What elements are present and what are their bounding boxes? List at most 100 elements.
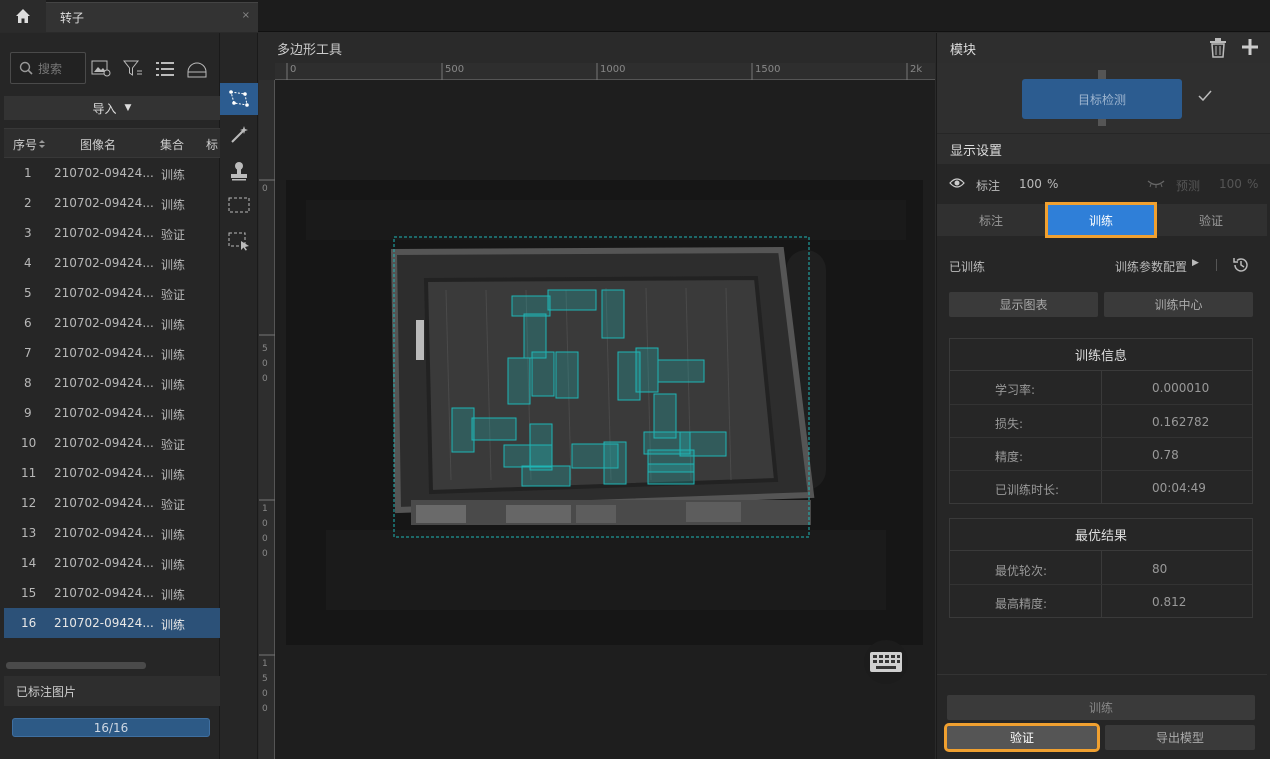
training-info-title: 训练信息 xyxy=(950,339,1252,371)
home-button[interactable] xyxy=(0,0,46,32)
magic-wand-tool-button[interactable] xyxy=(220,119,258,151)
info-key-lr: 学习率: xyxy=(995,383,1036,397)
table-row[interactable]: 15 210702-09424... 训练 xyxy=(4,578,220,608)
row-set: 训练 xyxy=(161,378,186,392)
train-params-link[interactable]: 训练参数配置 xyxy=(1115,258,1187,275)
inspection-image[interactable] xyxy=(286,180,923,645)
ruler-label-1500: 1500 xyxy=(755,64,781,75)
image-settings-button[interactable] xyxy=(90,58,112,80)
row-index: 12 xyxy=(21,496,37,510)
table-row[interactable]: 6 210702-09424... 训练 xyxy=(4,308,220,338)
display-settings-header: 显示设置 xyxy=(937,134,1270,164)
sort-icon xyxy=(39,140,45,148)
region-tool-button[interactable] xyxy=(220,225,258,257)
chevron-down-icon: ▼ xyxy=(124,103,132,113)
history-button[interactable] xyxy=(1232,256,1250,277)
list-view-button[interactable] xyxy=(154,58,176,80)
ruler-top: 0 500 1000 1500 2k xyxy=(275,63,935,80)
search-placeholder: 搜索 xyxy=(38,61,63,76)
row-set: 训练 xyxy=(161,168,186,182)
verify-button[interactable]: 验证 xyxy=(944,723,1100,752)
row-set: 训练 xyxy=(161,528,186,542)
pred-opacity-value[interactable]: 100 xyxy=(1219,177,1242,191)
table-row[interactable]: 12 210702-09424... 验证 xyxy=(4,488,220,518)
polygon-icon xyxy=(229,90,249,107)
annot-opacity-value[interactable]: 100 xyxy=(1019,177,1042,191)
add-module-button[interactable] xyxy=(1241,38,1259,59)
row-index: 2 xyxy=(24,196,32,210)
import-button[interactable]: 导入 ▼ xyxy=(4,96,220,120)
table-row[interactable]: 2 210702-09424... 训练 xyxy=(4,188,220,218)
ruler-left-label: 0 xyxy=(262,549,268,559)
row-image-name: 210702-09424... xyxy=(54,286,154,300)
search-input[interactable]: 搜索 xyxy=(10,52,86,84)
horizontal-scrollbar[interactable] xyxy=(6,662,146,669)
row-index: 5 xyxy=(24,286,32,300)
export-list-button[interactable] xyxy=(186,58,208,80)
polygon-tool-button[interactable] xyxy=(220,83,258,115)
eye-closed-icon[interactable] xyxy=(1147,178,1165,192)
row-set: 验证 xyxy=(161,228,186,242)
row-image-name: 210702-09424... xyxy=(54,436,154,450)
export-model-button[interactable]: 导出模型 xyxy=(1105,725,1255,750)
table-row[interactable]: 10 210702-09424... 验证 xyxy=(4,428,220,458)
ruler-left-label: 1 xyxy=(262,659,268,669)
row-set: 训练 xyxy=(161,348,186,362)
best-val-acc: 0.812 xyxy=(1152,595,1187,609)
trash-icon xyxy=(1210,38,1226,58)
filter-button[interactable] xyxy=(122,58,144,80)
table-row[interactable]: 7 210702-09424... 训练 xyxy=(4,338,220,368)
object-detection-module-node[interactable]: 目标检测 xyxy=(1022,79,1182,119)
table-row[interactable]: 11 210702-09424... 训练 xyxy=(4,458,220,488)
export-model-label: 导出模型 xyxy=(1155,731,1204,745)
image-gear-icon xyxy=(91,60,111,77)
row-image-name: 210702-09424... xyxy=(54,586,154,600)
annot-opacity-unit: % xyxy=(1047,177,1059,191)
keyboard-shortcuts-button[interactable] xyxy=(864,640,908,684)
dashed-rect-icon xyxy=(228,197,250,213)
history-icon xyxy=(1233,258,1248,272)
home-icon xyxy=(16,9,30,23)
eye-icon[interactable] xyxy=(949,177,965,192)
table-row[interactable]: 14 210702-09424... 训练 xyxy=(4,548,220,578)
col-image-name[interactable]: 图像名 xyxy=(80,136,116,153)
annot-visibility-label: 标注 xyxy=(976,179,1001,193)
tab-annotate[interactable]: 标注 xyxy=(937,204,1045,236)
col-label[interactable]: 标 xyxy=(206,136,218,153)
row-image-name: 210702-09424... xyxy=(54,196,154,210)
show-chart-button[interactable]: 显示图表 xyxy=(949,292,1098,317)
table-row[interactable]: 13 210702-09424... 训练 xyxy=(4,518,220,548)
arc-box-icon xyxy=(187,62,207,78)
row-image-name: 210702-09424... xyxy=(54,376,154,390)
ruler-left-label: 0 xyxy=(262,704,268,714)
col-set[interactable]: 集合 xyxy=(160,136,184,153)
ruler-label-500: 500 xyxy=(445,64,465,75)
train-center-button[interactable]: 训练中心 xyxy=(1104,292,1253,317)
table-row[interactable]: 8 210702-09424... 训练 xyxy=(4,368,220,398)
tab-close-icon[interactable]: × xyxy=(242,10,250,21)
table-row[interactable]: 5 210702-09424... 验证 xyxy=(4,278,220,308)
inspection-image-svg xyxy=(286,180,923,645)
row-index: 7 xyxy=(24,346,32,360)
row-set: 训练 xyxy=(161,318,186,332)
tab-train[interactable]: 训练 xyxy=(1045,202,1157,238)
rect-select-tool-button[interactable] xyxy=(220,189,258,221)
row-set: 训练 xyxy=(161,198,186,212)
row-set: 训练 xyxy=(161,558,186,572)
ruler-left-label: 1 xyxy=(262,504,268,514)
row-image-name: 210702-09424... xyxy=(54,316,154,330)
table-row[interactable]: 1 210702-09424... 训练 xyxy=(4,158,220,188)
stamp-tool-button[interactable] xyxy=(220,155,258,187)
table-row[interactable]: 3 210702-09424... 验证 xyxy=(4,218,220,248)
table-row[interactable]: 4 210702-09424... 训练 xyxy=(4,248,220,278)
table-row[interactable]: 9 210702-09424... 训练 xyxy=(4,398,220,428)
train-button[interactable]: 训练 xyxy=(947,695,1255,720)
delete-module-button[interactable] xyxy=(1209,38,1227,61)
ruler-label-0: 0 xyxy=(290,64,297,75)
table-row[interactable]: 16 210702-09424... 训练 xyxy=(4,608,220,638)
tab-rotor[interactable]: 转子 × xyxy=(46,2,258,32)
col-index[interactable]: 序号 xyxy=(13,136,37,153)
info-val-loss: 0.162782 xyxy=(1152,415,1210,429)
tab-verify[interactable]: 验证 xyxy=(1157,204,1265,236)
best-key-epoch: 最优轮次: xyxy=(995,564,1048,578)
